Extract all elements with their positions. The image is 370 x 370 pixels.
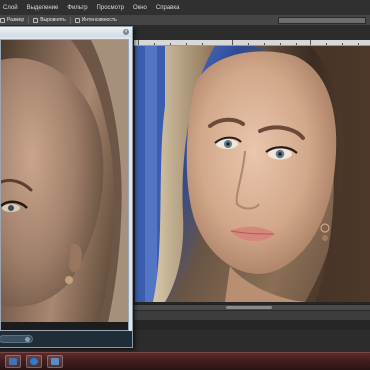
- preview-canvas[interactable]: [0, 39, 129, 331]
- tool-options-bar: Размер Выровнять Интенсивность: [0, 15, 370, 26]
- ruler-tick: [264, 43, 265, 45]
- taskbar-button-image-viewer[interactable]: [47, 355, 63, 368]
- taskbar: [0, 352, 370, 370]
- ruler-tick: [202, 43, 203, 45]
- ruler-tick: [358, 43, 359, 45]
- dialog-footer: [0, 331, 132, 347]
- ruler-tick: [310, 40, 311, 45]
- toolbar-divider: [69, 16, 71, 24]
- photoshop-app-icon: [9, 358, 17, 365]
- intensity-option[interactable]: Интенсивность: [74, 17, 117, 23]
- menu-item-help[interactable]: Справка: [156, 5, 180, 11]
- resize-option[interactable]: Размер: [0, 17, 24, 23]
- menu-item-filter[interactable]: Фильтр: [67, 5, 87, 11]
- preview-photo: [1, 40, 128, 330]
- scrollbar-thumb[interactable]: [226, 306, 272, 309]
- intensity-icon: [74, 17, 80, 23]
- ruler-tick: [296, 43, 297, 45]
- zoom-toggle[interactable]: [0, 335, 33, 343]
- workspace: ×: [0, 26, 370, 352]
- menu-item-window[interactable]: Окно: [133, 5, 147, 11]
- workspace-selector[interactable]: [278, 16, 366, 24]
- menu-item-layer[interactable]: Слой: [3, 5, 18, 11]
- menu-item-view[interactable]: Просмотр: [97, 5, 124, 11]
- resize-icon: [0, 17, 5, 23]
- align-label: Выровнять: [40, 17, 66, 23]
- dialog-title-bar[interactable]: ×: [0, 27, 132, 37]
- document-window: [134, 40, 370, 330]
- preview-dialog: ×: [0, 26, 133, 348]
- ruler-tick: [326, 43, 327, 45]
- ruler-tick: [138, 40, 139, 45]
- portrait-photo: [135, 46, 370, 302]
- toolbar-divider: [28, 16, 30, 24]
- zoom-toggle-knob: [25, 337, 30, 342]
- ruler-tick: [154, 43, 155, 45]
- menu-bar: Слой Выделение Фильтр Просмотр Окно Спра…: [0, 0, 370, 15]
- image-viewer-app-icon: [51, 358, 59, 365]
- photo-canvas[interactable]: [135, 46, 370, 302]
- ruler-tick: [280, 43, 281, 45]
- close-icon[interactable]: ×: [123, 29, 129, 35]
- align-option[interactable]: Выровнять: [33, 17, 66, 23]
- resize-label: Размер: [7, 17, 25, 23]
- menu-item-select[interactable]: Выделение: [27, 5, 59, 11]
- ruler-tick: [232, 40, 233, 45]
- taskbar-button-browser[interactable]: [26, 355, 42, 368]
- status-bar: [134, 310, 370, 320]
- align-icon: [33, 17, 39, 23]
- ruler-tick: [248, 43, 249, 45]
- ruler-tick: [170, 43, 171, 45]
- ruler-tick: [186, 43, 187, 45]
- taskbar-button-photoshop[interactable]: [5, 355, 21, 368]
- ruler-tick: [342, 43, 343, 45]
- browser-app-icon: [30, 358, 38, 365]
- intensity-label: Интенсивность: [81, 17, 117, 23]
